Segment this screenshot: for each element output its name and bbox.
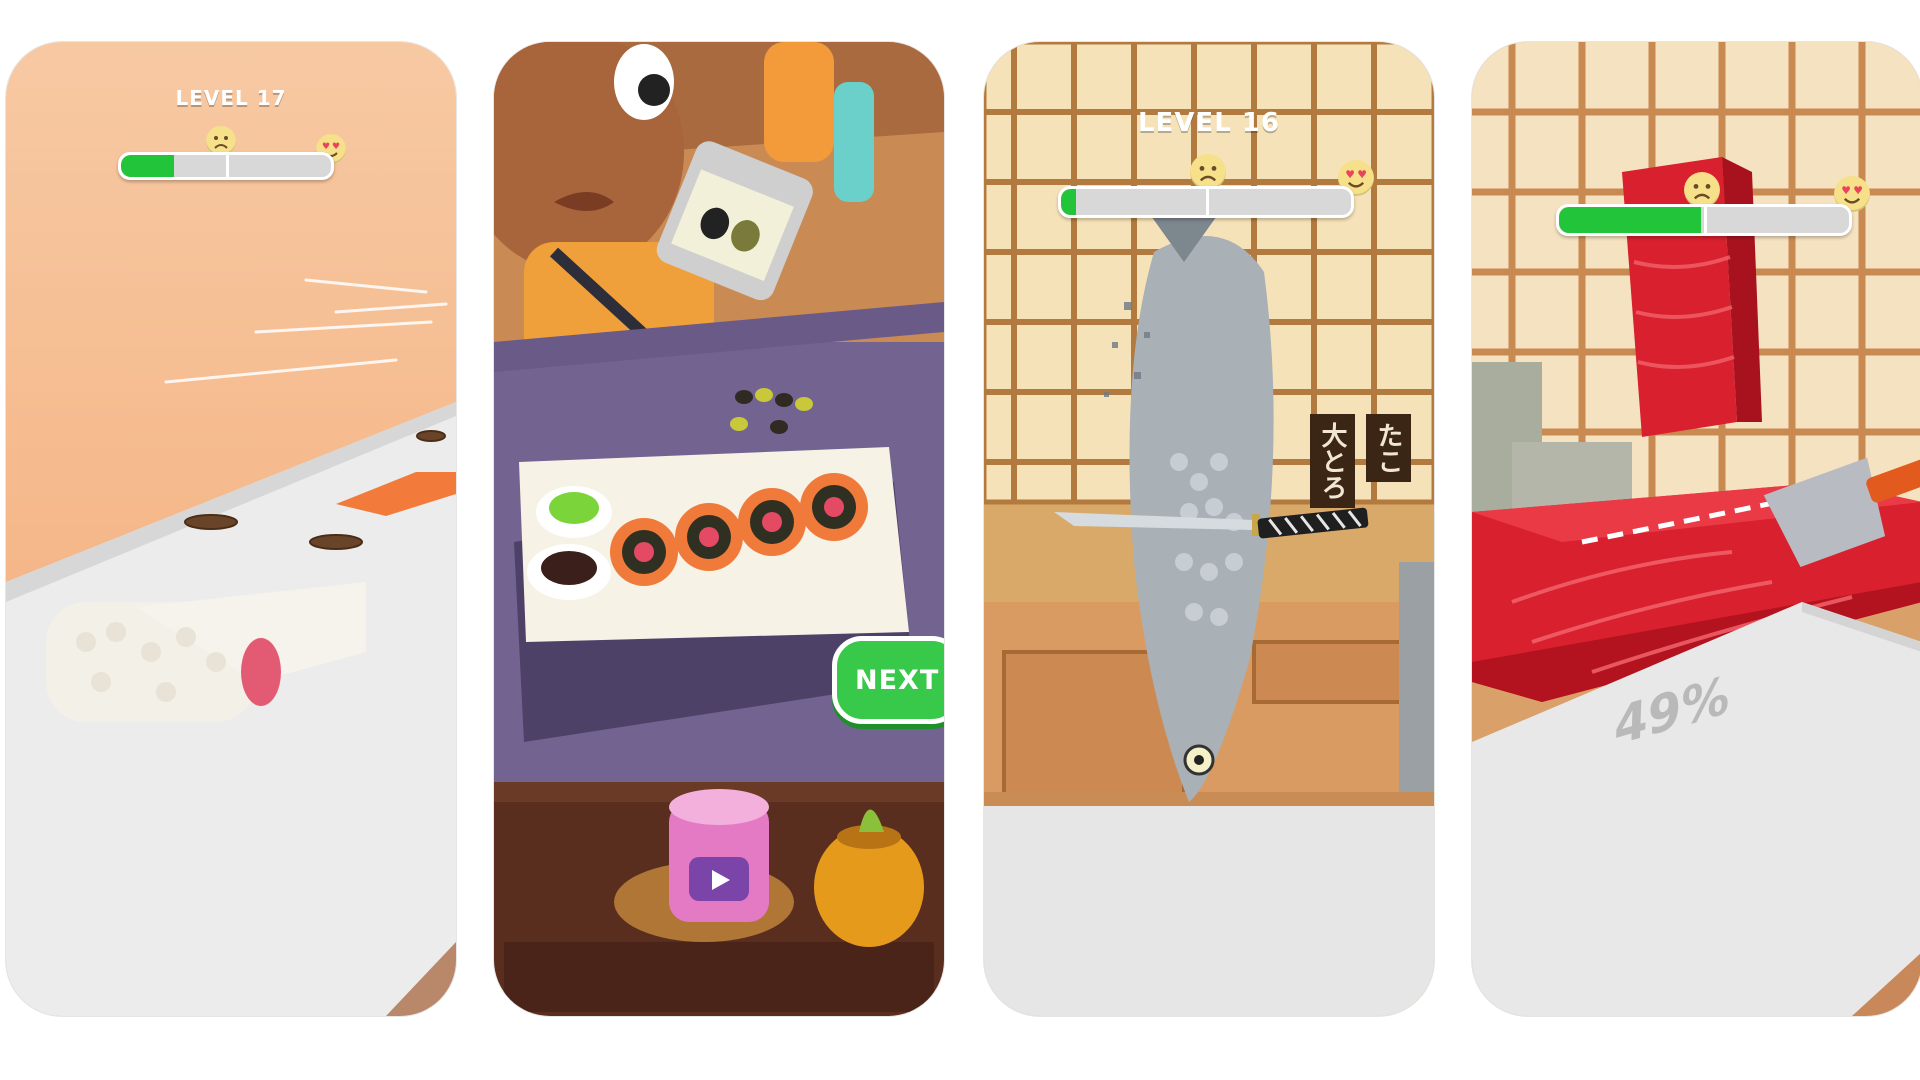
svg-text:♥: ♥ (332, 142, 340, 152)
svg-text:♥: ♥ (322, 142, 330, 152)
next-button[interactable]: NEXT (832, 636, 944, 724)
level-label: LEVEL 16 (1137, 108, 1280, 138)
svg-text:♥: ♥ (1357, 168, 1367, 181)
progress-bar (1556, 204, 1852, 236)
sad-face-icon (1684, 172, 1720, 208)
sushi-plate-scene (494, 42, 944, 1016)
progress-bar (118, 152, 334, 180)
screenshot-tuna-cutting: 49% ♥ ♥ (1472, 42, 1920, 1016)
menu-sign: 大とろ (1310, 414, 1355, 508)
progress-fill (1061, 189, 1076, 215)
level-label: LEVEL 17 (175, 86, 287, 110)
screenshot-rice-roll: LEVEL 17 ♥ ♥ (6, 42, 456, 1016)
progress-bar (1058, 186, 1354, 218)
progress-fill (1559, 207, 1702, 233)
rice-roll-scene (6, 42, 456, 1016)
svg-text:♥: ♥ (1853, 184, 1863, 197)
menu-sign: たこ (1366, 414, 1411, 482)
svg-text:♥: ♥ (1841, 184, 1851, 197)
screenshot-sushi-plate: NEXT (494, 42, 944, 1016)
svg-text:♥: ♥ (1345, 168, 1355, 181)
screenshot-fish-scaling: 大とろ たこ LEVEL 16 ♥ ♥ (984, 42, 1434, 1016)
progress-fill (121, 155, 174, 177)
sad-face-icon (1190, 154, 1226, 190)
